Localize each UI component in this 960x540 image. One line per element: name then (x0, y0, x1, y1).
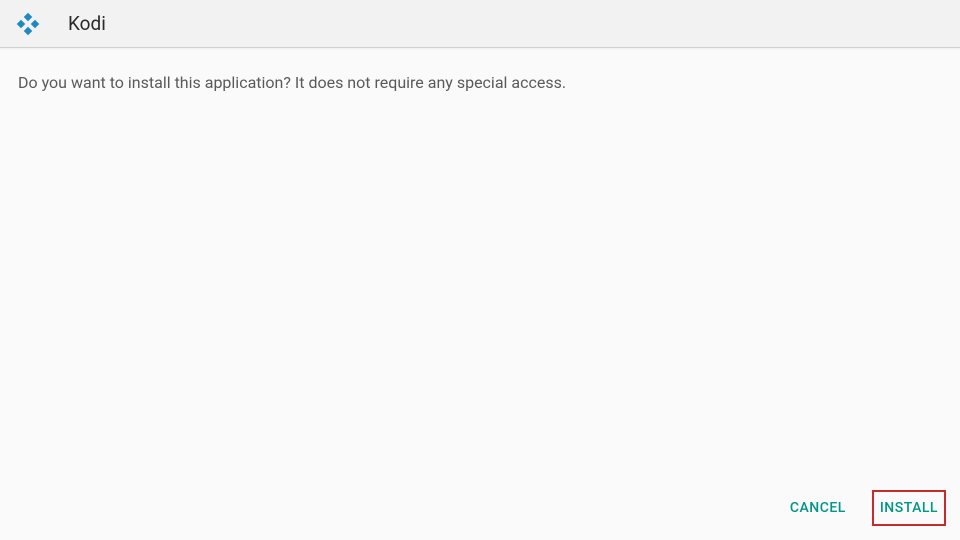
app-title: Kodi (68, 12, 106, 35)
dialog-header: Kodi (0, 0, 960, 48)
install-button[interactable]: INSTALL (872, 490, 946, 526)
dialog-footer: CANCEL INSTALL (782, 490, 946, 526)
cancel-button[interactable]: CANCEL (782, 490, 854, 526)
dialog-content: Do you want to install this application?… (0, 48, 960, 118)
install-prompt-text: Do you want to install this application?… (18, 72, 942, 94)
kodi-logo-icon (16, 12, 40, 36)
